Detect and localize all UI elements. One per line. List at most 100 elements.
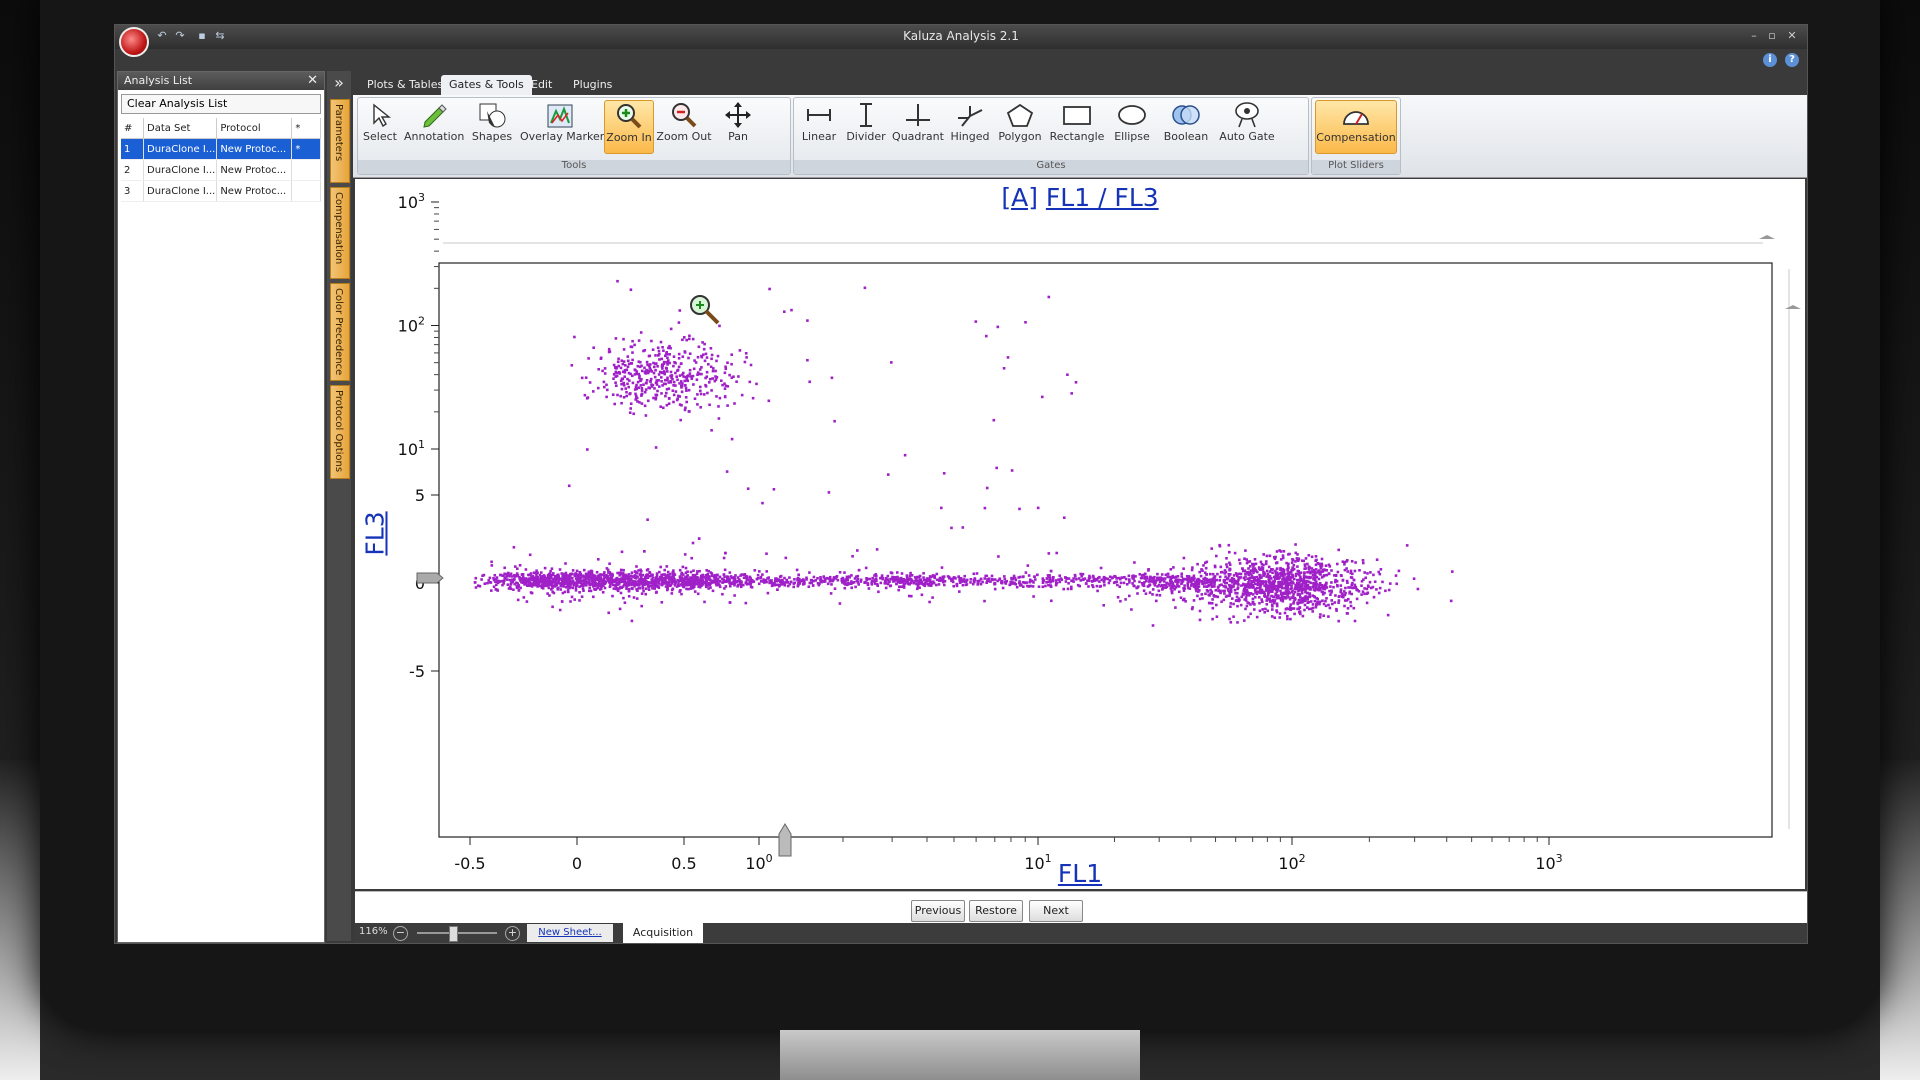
tab-compensation[interactable]: Compensation [330, 187, 350, 279]
compensation-button[interactable]: Compensation [1315, 100, 1397, 154]
hinged-gate-button[interactable]: Hinged [948, 100, 992, 152]
app-logo[interactable] [119, 27, 149, 57]
table-row[interactable]: 1 DuraClone I... New Protoc... * [121, 138, 321, 160]
data-point-bridge [1265, 596, 1269, 599]
data-point-band [715, 577, 719, 581]
plot-title[interactable]: [A] FL1 / FL3 [355, 183, 1805, 212]
polygon-gate-button[interactable]: Polygon [996, 100, 1044, 152]
data-point-right-cluster [1172, 566, 1175, 569]
annotation-button[interactable]: Annotation [404, 100, 464, 152]
close-window-icon[interactable]: ✕ [1785, 29, 1799, 43]
data-point-upper-cluster [645, 360, 649, 364]
data-point-upper-cluster [603, 367, 607, 370]
plot-title-prefix[interactable]: [A] [1001, 183, 1038, 212]
data-point-upper-cluster [677, 394, 680, 398]
data-point-right-cluster [1369, 586, 1373, 590]
table-row[interactable]: 2 DuraClone I... New Protoc... [121, 159, 321, 181]
column-header[interactable]: Data Set [143, 118, 218, 139]
data-point-band [528, 581, 531, 584]
data-point-upper-cluster [723, 371, 727, 375]
help-icon[interactable]: ? [1785, 53, 1799, 67]
select-button[interactable]: Select [360, 100, 400, 152]
zoom-slider-thumb[interactable] [449, 926, 458, 942]
data-point-upper-cluster [664, 378, 667, 382]
data-point-band [629, 574, 633, 578]
quadrant-gate-button[interactable]: Quadrant [892, 100, 944, 152]
tab-parameters[interactable]: Parameters [330, 99, 350, 183]
data-point-upper-cluster [657, 354, 660, 357]
data-point-band [1058, 574, 1061, 577]
divider-gate-button[interactable]: Divider [844, 100, 888, 152]
auto-gate-button[interactable]: Auto Gate [1218, 100, 1276, 152]
data-point-upper-cluster [660, 363, 664, 366]
x-axis-label[interactable]: FL1 [355, 859, 1805, 888]
zoom-out-button[interactable]: Zoom Out [656, 100, 712, 152]
plot-title-main[interactable]: FL1 / FL3 [1046, 183, 1159, 212]
zoom-in-button[interactable]: Zoom In [604, 100, 654, 154]
data-point-right-cluster [1361, 559, 1365, 562]
ellipse-gate-button[interactable]: Ellipse [1110, 100, 1154, 152]
data-point-right-cluster [1275, 602, 1279, 605]
data-point-band [890, 571, 894, 575]
column-header[interactable]: # [121, 118, 144, 139]
column-header[interactable]: * [291, 118, 321, 139]
data-point-band [985, 581, 988, 584]
data-point-band [1116, 583, 1119, 587]
save-icon[interactable]: ▪ [195, 29, 209, 43]
zoom-plus-icon[interactable]: + [505, 926, 520, 941]
redo-icon[interactable]: ↷ [173, 29, 187, 43]
tab-plugins[interactable]: Plugins [565, 75, 620, 95]
data-point-bridge [1224, 585, 1227, 588]
restore-button[interactable]: Restore [969, 900, 1023, 922]
tab-plots-tables[interactable]: Plots & Tables [359, 75, 451, 95]
next-button[interactable]: Next [1029, 900, 1083, 922]
maximize-icon[interactable]: ▫ [1765, 29, 1779, 43]
tab-gates-tools[interactable]: Gates & Tools [441, 75, 532, 95]
data-point-right-cluster [1302, 579, 1306, 583]
column-header[interactable]: Protocol [216, 118, 293, 139]
data-point-band [632, 575, 635, 578]
close-icon[interactable]: ✕ [307, 72, 318, 90]
info-icon[interactable]: i [1763, 53, 1777, 67]
data-point-band [547, 583, 551, 587]
data-point-band [818, 582, 821, 585]
data-point-band [566, 588, 570, 591]
data-point-upper-cluster [656, 346, 660, 350]
data-point-right-cluster [1202, 564, 1205, 567]
data-point-right-cluster [1345, 599, 1349, 602]
new-sheet-link[interactable]: New Sheet... [527, 924, 613, 942]
tab-protocol-options[interactable]: Protocol Options [330, 385, 350, 479]
data-point-upper-cluster [687, 388, 691, 392]
overlay-marker-button[interactable]: Overlay Marker [520, 100, 604, 152]
clear-analysis-list-button[interactable]: Clear Analysis List [121, 94, 321, 114]
data-point-right-cluster [1229, 602, 1233, 605]
table-row[interactable]: 3 DuraClone I... New Protoc... [121, 180, 321, 202]
status-bar: 116% − + New Sheet... Acquisition [355, 923, 1807, 943]
rectangle-gate-button[interactable]: Rectangle [1048, 100, 1106, 152]
data-point-band [749, 577, 753, 581]
data-point-band [571, 586, 574, 590]
scatter-plot[interactable]: -0.500.5100101102103 -505101102103 [355, 179, 1805, 889]
data-point-band [953, 576, 956, 579]
data-point-upper-cluster [637, 372, 641, 376]
tab-edit[interactable]: Edit [523, 75, 560, 95]
data-point-upper-cluster [696, 393, 699, 396]
expand-panel-icon[interactable]: » [328, 73, 350, 95]
zoom-minus-icon[interactable]: − [393, 926, 408, 941]
pan-button[interactable]: Pan [718, 100, 758, 152]
boolean-gate-button[interactable]: Boolean [1158, 100, 1214, 152]
linear-gate-button[interactable]: Linear [798, 100, 840, 152]
data-point-band [517, 589, 521, 592]
sheet-tab-acquisition[interactable]: Acquisition [623, 923, 703, 943]
y-axis-label[interactable]: FL3 [361, 504, 390, 564]
minimize-icon[interactable]: – [1747, 29, 1761, 43]
data-point-band [965, 583, 969, 586]
data-point-band [543, 566, 547, 570]
previous-button[interactable]: Previous [911, 900, 965, 922]
data-point-right-cluster [1209, 572, 1212, 576]
undo-icon[interactable]: ↶ [155, 29, 169, 43]
tab-color-precedence[interactable]: Color Precedence [330, 283, 350, 381]
customize-icon[interactable]: ⇆ [213, 29, 227, 43]
shapes-button[interactable]: Shapes [468, 100, 516, 152]
data-point-right-cluster [1252, 602, 1255, 605]
